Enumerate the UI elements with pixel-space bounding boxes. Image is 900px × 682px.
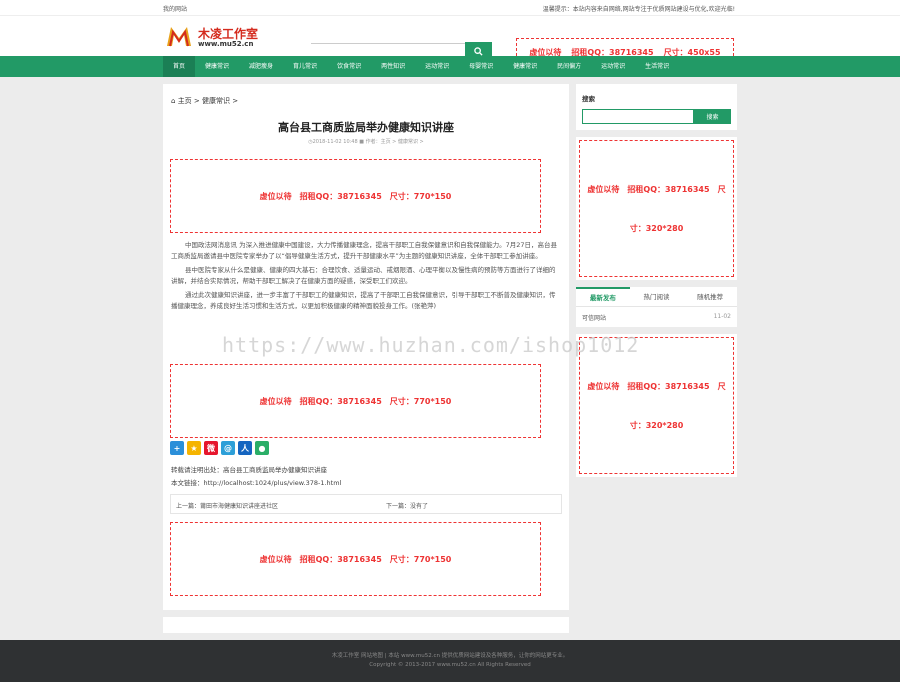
footer: 木凌工作室 网站地图 | 本站 www.mu52.cn 提供优质网站建设及各种服… xyxy=(0,640,900,682)
list-item-date: 11-02 xyxy=(713,313,731,320)
breadcrumb-home[interactable]: 主页 xyxy=(178,97,192,105)
prev-next-nav: 上一篇：莆田市海健康知识讲座进社区 下一篇：没有了 xyxy=(170,494,562,514)
prev-label: 上一篇： xyxy=(176,503,201,510)
breadcrumb-category[interactable]: 健康常识 xyxy=(202,97,230,105)
nav-item[interactable]: 母婴常识 xyxy=(459,56,503,77)
share-more-icon[interactable]: + xyxy=(170,441,184,455)
ad-text: 虚位以待 xyxy=(259,554,292,564)
footer-copyright: Copyright © 2013-2017 www.mu52.cn All Ri… xyxy=(369,662,531,668)
tab-popular[interactable]: 热门阅读 xyxy=(630,287,684,306)
nav-item[interactable]: 饮食常识 xyxy=(327,56,371,77)
article-ad-top[interactable]: 虚位以待 招租QQ：38716345 尺寸：770*150 xyxy=(170,159,541,233)
article-ad-bottom[interactable]: 虚位以待 招租QQ：38716345 尺寸：770*150 xyxy=(170,522,541,596)
article-paragraph: 中国政法网消息讯 为深入推进健康中国建设，大力传播健康理念，提高干部职工自我保健… xyxy=(171,241,557,260)
ad-text: 尺 xyxy=(717,184,726,194)
link-value[interactable]: http://localhost:1024/plus/view.378-1.ht… xyxy=(204,479,342,487)
search-icon xyxy=(474,46,483,56)
sidebar-ad-box[interactable]: 虚位以待 招租QQ：38716345 尺 寸：320*280 xyxy=(579,140,734,277)
article-paragraph: 通过此次健康知识讲座，进一步丰富了干部职工的健康知识，提高了干部职工自我保健意识… xyxy=(171,291,556,310)
article-link: 本文链接：http://localhost:1024/plus/view.378… xyxy=(171,477,341,487)
wechat-icon[interactable]: ● xyxy=(255,441,269,455)
article-title: 高台县工商质监局举办健康知识讲座 xyxy=(278,121,454,134)
sidebar-search-title: 搜索 xyxy=(582,95,595,103)
source-label: 转载请注明出处： xyxy=(171,466,223,474)
sidebar-ad-1: 虚位以待 招租QQ：38716345 尺 寸：320*280 xyxy=(576,137,737,280)
renren-icon[interactable]: 人 xyxy=(238,441,252,455)
site-logo[interactable]: 木凌工作室 www.mu52.cn xyxy=(166,24,266,52)
nav-item[interactable]: 两性知识 xyxy=(371,56,415,77)
prev-title: 莆田市海健康知识讲座进社区 xyxy=(200,503,279,510)
tab-random[interactable]: 随机推荐 xyxy=(683,287,737,306)
top-bar: 我的网站 温馨提示：本站内容来自网络,网站专注于优质网站建设与优化,欢迎光临! xyxy=(0,0,900,16)
ad-text: 招租QQ：38716345 xyxy=(627,381,710,391)
prev-article-link[interactable]: 上一篇：莆田市海健康知识讲座进社区 xyxy=(176,501,278,510)
ad-text: 尺寸：770*150 xyxy=(389,396,452,406)
breadcrumb-separator: > xyxy=(232,97,239,105)
header: 木凌工作室 www.mu52.cn 虚位以待 招租QQ：38716345 尺寸：… xyxy=(0,16,900,66)
nav-item[interactable]: 健康常识 xyxy=(195,56,239,77)
article-paragraph: 县中医院专家从什么是健康、健康的四大基石：合理饮食、适量运动、戒烟限酒、心理平衡… xyxy=(171,266,556,285)
ad-text: 招租QQ：38716345 xyxy=(299,191,382,201)
sidebar-ad-box[interactable]: 虚位以待 招租QQ：38716345 尺 寸：320*280 xyxy=(579,337,734,474)
article-meta: ◷2018-11-02 10:48 ■ 作者：主页 > 健康常识 > xyxy=(308,139,424,145)
article-body: 中国政法网消息讯 为深入推进健康中国建设，大力传播健康理念，提高干部职工自我保健… xyxy=(171,240,559,315)
ad-text: 招租QQ：38716345 xyxy=(627,184,710,194)
share-bar: + ★ 微 @ 人 ● xyxy=(170,441,269,455)
sidebar-search-input[interactable] xyxy=(582,109,694,124)
main-nav: 首页 健康常识 减肥瘦身 育儿常识 饮食常识 两性知识 运动常识 母婴常识 健康常识 民间偏方 运动… xyxy=(0,56,900,77)
next-label: 下一篇： xyxy=(386,503,411,510)
nav-item[interactable]: 健康常识 xyxy=(503,56,547,77)
ad-text: 寸：320*280 xyxy=(629,223,684,233)
ad-text: 尺寸：770*150 xyxy=(389,191,452,201)
header-search-input[interactable] xyxy=(311,43,465,44)
tab-latest[interactable]: 最新发布 xyxy=(576,287,630,306)
link-label: 本文链接： xyxy=(171,479,204,487)
footer-links: 木凌工作室 网站地图 | 本站 www.mu52.cn 提供优质网站建设及各种服… xyxy=(331,653,569,659)
ad-text: 虚位以待 xyxy=(259,191,292,201)
ad-text: 尺 xyxy=(717,381,726,391)
next-title: 没有了 xyxy=(410,503,429,510)
logo-url: www.mu52.cn xyxy=(198,40,254,48)
breadcrumb: ⌂ 主页 > 健康常识 > xyxy=(171,96,238,106)
ad-text: 寸：320*280 xyxy=(629,420,684,430)
ad-text: 虚位以待 xyxy=(587,381,620,391)
ad-text: 尺寸：770*150 xyxy=(389,554,452,564)
home-icon: ⌂ xyxy=(171,97,176,105)
list-item-title: 可信网站 xyxy=(582,315,607,322)
weibo-icon[interactable]: 微 xyxy=(204,441,218,455)
nav-item[interactable]: 运动常识 xyxy=(415,56,459,77)
article-ad-middle[interactable]: 虚位以待 招租QQ：38716345 尺寸：770*150 xyxy=(170,364,541,438)
nav-item[interactable]: 民间偏方 xyxy=(547,56,591,77)
ad-text: 招租QQ：38716345 xyxy=(299,554,382,564)
comment-panel xyxy=(163,617,569,633)
sidebar-tabs: 最新发布 热门阅读 随机推荐 可信网站 11-02 xyxy=(576,287,737,327)
logo-m-icon xyxy=(167,27,191,47)
nav-item[interactable]: 育儿常识 xyxy=(283,56,327,77)
list-item[interactable]: 可信网站 11-02 xyxy=(582,313,731,322)
ad-text: 招租QQ：38716345 xyxy=(299,396,382,406)
qzone-icon[interactable]: ★ xyxy=(187,441,201,455)
ad-text: 虚位以待 xyxy=(259,396,292,406)
nav-item[interactable]: 首页 xyxy=(163,56,196,77)
site-name-link[interactable]: 我的网站 xyxy=(163,4,187,13)
next-article-link[interactable]: 下一篇：没有了 xyxy=(386,501,428,510)
tencent-weibo-icon[interactable]: @ xyxy=(221,441,235,455)
source-value: 高台县工商质监局举办健康知识讲座 xyxy=(223,466,327,474)
sidebar-search-button[interactable]: 搜索 xyxy=(694,109,731,124)
nav-item[interactable]: 运动常识 xyxy=(591,56,635,77)
sidebar-search: 搜索 搜索 xyxy=(576,84,737,130)
nav-item[interactable]: 减肥瘦身 xyxy=(239,56,283,77)
breadcrumb-separator: > xyxy=(193,97,200,105)
top-notice: 温馨提示：本站内容来自网络,网站专注于优质网站建设与优化,欢迎光临! xyxy=(542,6,735,13)
watermark: https://www.huzhan.com/ishop1012 xyxy=(222,333,640,357)
source-note: 转载请注明出处：高台县工商质监局举办健康知识讲座 xyxy=(171,464,327,474)
ad-text: 虚位以待 xyxy=(587,184,620,194)
nav-item[interactable]: 生活常识 xyxy=(635,56,679,77)
